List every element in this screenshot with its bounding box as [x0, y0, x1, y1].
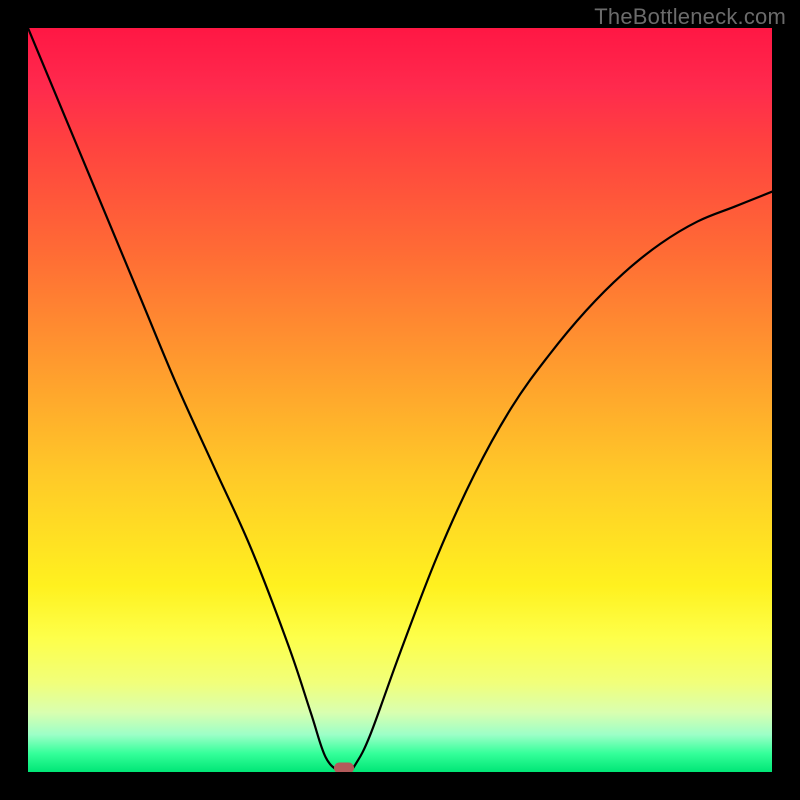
plot-area [28, 28, 772, 772]
chart-frame: TheBottleneck.com [0, 0, 800, 800]
bottleneck-curve [28, 28, 772, 772]
optimal-point-marker [334, 763, 354, 773]
watermark-text: TheBottleneck.com [594, 4, 786, 30]
